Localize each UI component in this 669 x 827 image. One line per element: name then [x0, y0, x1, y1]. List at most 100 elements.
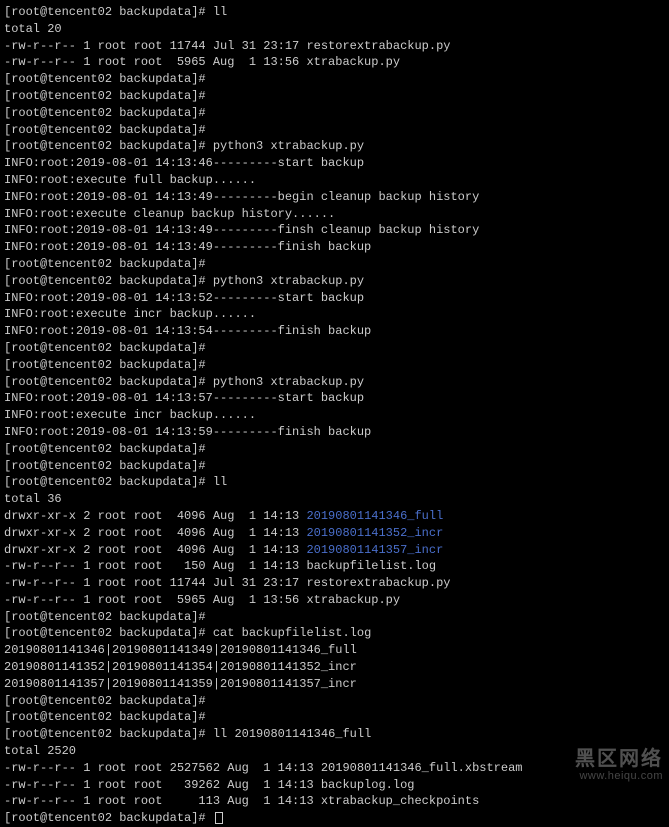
directory-name: 20190801141346_full	[306, 509, 443, 523]
terminal-line: [root@tencent02 backupdata]#	[4, 810, 665, 827]
shell-prompt: [root@tencent02 backupdata]#	[4, 459, 213, 473]
terminal-text: drwxr-xr-x 2 root root 4096 Aug 1 14:13	[4, 543, 306, 557]
terminal-text: INFO:root:2019-08-01 14:13:49---------fi…	[4, 223, 479, 237]
terminal-text: total 2520	[4, 744, 76, 758]
terminal-text: ll	[213, 475, 227, 489]
terminal-line: [root@tencent02 backupdata]# python3 xtr…	[4, 374, 665, 391]
terminal-text: -rw-r--r-- 1 root root 5965 Aug 1 13:56 …	[4, 55, 400, 69]
terminal-line: -rw-r--r-- 1 root root 2527562 Aug 1 14:…	[4, 760, 665, 777]
shell-prompt: [root@tencent02 backupdata]#	[4, 442, 213, 456]
terminal-text: INFO:root:execute cleanup backup history…	[4, 207, 335, 221]
cursor-icon	[215, 812, 223, 824]
terminal-text: -rw-r--r-- 1 root root 5965 Aug 1 13:56 …	[4, 593, 400, 607]
terminal-line: INFO:root:2019-08-01 14:13:49---------be…	[4, 189, 665, 206]
terminal-text: ll 20190801141346_full	[213, 727, 371, 741]
shell-prompt: [root@tencent02 backupdata]#	[4, 274, 213, 288]
terminal-text: INFO:root:2019-08-01 14:13:54---------fi…	[4, 324, 371, 338]
terminal-line: -rw-r--r-- 1 root root 5965 Aug 1 13:56 …	[4, 592, 665, 609]
terminal-line: INFO:root:2019-08-01 14:13:54---------fi…	[4, 323, 665, 340]
terminal-text: INFO:root:2019-08-01 14:13:49---------be…	[4, 190, 479, 204]
terminal-text: -rw-r--r-- 1 root root 150 Aug 1 14:13 b…	[4, 559, 436, 573]
terminal-line: total 2520	[4, 743, 665, 760]
shell-prompt: [root@tencent02 backupdata]#	[4, 5, 213, 19]
terminal-text: python3 xtrabackup.py	[213, 139, 364, 153]
terminal-text: python3 xtrabackup.py	[213, 375, 364, 389]
terminal-line: -rw-r--r-- 1 root root 113 Aug 1 14:13 x…	[4, 793, 665, 810]
shell-prompt: [root@tencent02 backupdata]#	[4, 811, 213, 825]
terminal-line: INFO:root:2019-08-01 14:13:59---------fi…	[4, 424, 665, 441]
terminal-line: [root@tencent02 backupdata]#	[4, 458, 665, 475]
terminal-text: INFO:root:2019-08-01 14:13:46---------st…	[4, 156, 364, 170]
shell-prompt: [root@tencent02 backupdata]#	[4, 139, 213, 153]
terminal-line: -rw-r--r-- 1 root root 5965 Aug 1 13:56 …	[4, 54, 665, 71]
terminal-line: [root@tencent02 backupdata]# cat backupf…	[4, 625, 665, 642]
terminal-text: -rw-r--r-- 1 root root 2527562 Aug 1 14:…	[4, 761, 522, 775]
terminal-text: INFO:root:2019-08-01 14:13:59---------fi…	[4, 425, 371, 439]
terminal-line: INFO:root:2019-08-01 14:13:46---------st…	[4, 155, 665, 172]
terminal-text: -rw-r--r-- 1 root root 113 Aug 1 14:13 x…	[4, 794, 479, 808]
terminal-line: -rw-r--r-- 1 root root 39262 Aug 1 14:13…	[4, 777, 665, 794]
terminal-text: INFO:root:execute incr backup......	[4, 408, 256, 422]
shell-prompt: [root@tencent02 backupdata]#	[4, 341, 213, 355]
terminal-line: [root@tencent02 backupdata]#	[4, 441, 665, 458]
terminal-line: [root@tencent02 backupdata]# ll	[4, 4, 665, 21]
terminal-line: INFO:root:2019-08-01 14:13:49---------fi…	[4, 239, 665, 256]
terminal-text: python3 xtrabackup.py	[213, 274, 364, 288]
terminal-line: total 36	[4, 491, 665, 508]
terminal-text: total 20	[4, 22, 62, 36]
terminal-line: [root@tencent02 backupdata]#	[4, 122, 665, 139]
terminal-line: [root@tencent02 backupdata]#	[4, 693, 665, 710]
terminal-line: [root@tencent02 backupdata]# python3 xtr…	[4, 138, 665, 155]
terminal-text: INFO:root:2019-08-01 14:13:52---------st…	[4, 291, 364, 305]
terminal-text: INFO:root:execute full backup......	[4, 173, 256, 187]
directory-name: 20190801141352_incr	[306, 526, 443, 540]
terminal-line: INFO:root:execute full backup......	[4, 172, 665, 189]
terminal-text: INFO:root:execute incr backup......	[4, 307, 256, 321]
terminal-line: INFO:root:2019-08-01 14:13:52---------st…	[4, 290, 665, 307]
terminal-line: [root@tencent02 backupdata]#	[4, 105, 665, 122]
terminal-line: INFO:root:execute incr backup......	[4, 407, 665, 424]
terminal-line: INFO:root:2019-08-01 14:13:57---------st…	[4, 390, 665, 407]
shell-prompt: [root@tencent02 backupdata]#	[4, 694, 213, 708]
directory-name: 20190801141357_incr	[306, 543, 443, 557]
terminal-line: 20190801141352|20190801141354|2019080114…	[4, 659, 665, 676]
terminal-line: 20190801141357|20190801141359|2019080114…	[4, 676, 665, 693]
shell-prompt: [root@tencent02 backupdata]#	[4, 72, 213, 86]
shell-prompt: [root@tencent02 backupdata]#	[4, 89, 213, 103]
shell-prompt: [root@tencent02 backupdata]#	[4, 375, 213, 389]
terminal-text: 20190801141357|20190801141359|2019080114…	[4, 677, 357, 691]
terminal-line: [root@tencent02 backupdata]#	[4, 709, 665, 726]
terminal-line: [root@tencent02 backupdata]#	[4, 340, 665, 357]
terminal-line: -rw-r--r-- 1 root root 150 Aug 1 14:13 b…	[4, 558, 665, 575]
terminal-line: INFO:root:2019-08-01 14:13:49---------fi…	[4, 222, 665, 239]
shell-prompt: [root@tencent02 backupdata]#	[4, 257, 213, 271]
terminal-text: cat backupfilelist.log	[213, 626, 371, 640]
terminal-text: INFO:root:2019-08-01 14:13:49---------fi…	[4, 240, 371, 254]
terminal-text: drwxr-xr-x 2 root root 4096 Aug 1 14:13	[4, 509, 306, 523]
terminal-output[interactable]: [root@tencent02 backupdata]# lltotal 20-…	[4, 4, 665, 827]
shell-prompt: [root@tencent02 backupdata]#	[4, 610, 213, 624]
terminal-line: drwxr-xr-x 2 root root 4096 Aug 1 14:13 …	[4, 508, 665, 525]
terminal-line: [root@tencent02 backupdata]# ll 20190801…	[4, 726, 665, 743]
terminal-line: -rw-r--r-- 1 root root 11744 Jul 31 23:1…	[4, 38, 665, 55]
terminal-line: [root@tencent02 backupdata]# python3 xtr…	[4, 273, 665, 290]
shell-prompt: [root@tencent02 backupdata]#	[4, 727, 213, 741]
terminal-line: [root@tencent02 backupdata]#	[4, 609, 665, 626]
terminal-text: drwxr-xr-x 2 root root 4096 Aug 1 14:13	[4, 526, 306, 540]
terminal-text: ll	[213, 5, 227, 19]
terminal-text: total 36	[4, 492, 62, 506]
terminal-line: drwxr-xr-x 2 root root 4096 Aug 1 14:13 …	[4, 525, 665, 542]
terminal-text: -rw-r--r-- 1 root root 11744 Jul 31 23:1…	[4, 576, 450, 590]
shell-prompt: [root@tencent02 backupdata]#	[4, 710, 213, 724]
terminal-text: 20190801141346|20190801141349|2019080114…	[4, 643, 357, 657]
terminal-line: [root@tencent02 backupdata]# ll	[4, 474, 665, 491]
terminal-text: -rw-r--r-- 1 root root 11744 Jul 31 23:1…	[4, 39, 450, 53]
terminal-line: drwxr-xr-x 2 root root 4096 Aug 1 14:13 …	[4, 542, 665, 559]
terminal-text: -rw-r--r-- 1 root root 39262 Aug 1 14:13…	[4, 778, 414, 792]
terminal-text: 20190801141352|20190801141354|2019080114…	[4, 660, 357, 674]
terminal-line: INFO:root:execute cleanup backup history…	[4, 206, 665, 223]
terminal-line: -rw-r--r-- 1 root root 11744 Jul 31 23:1…	[4, 575, 665, 592]
shell-prompt: [root@tencent02 backupdata]#	[4, 358, 213, 372]
shell-prompt: [root@tencent02 backupdata]#	[4, 475, 213, 489]
terminal-text: INFO:root:2019-08-01 14:13:57---------st…	[4, 391, 364, 405]
